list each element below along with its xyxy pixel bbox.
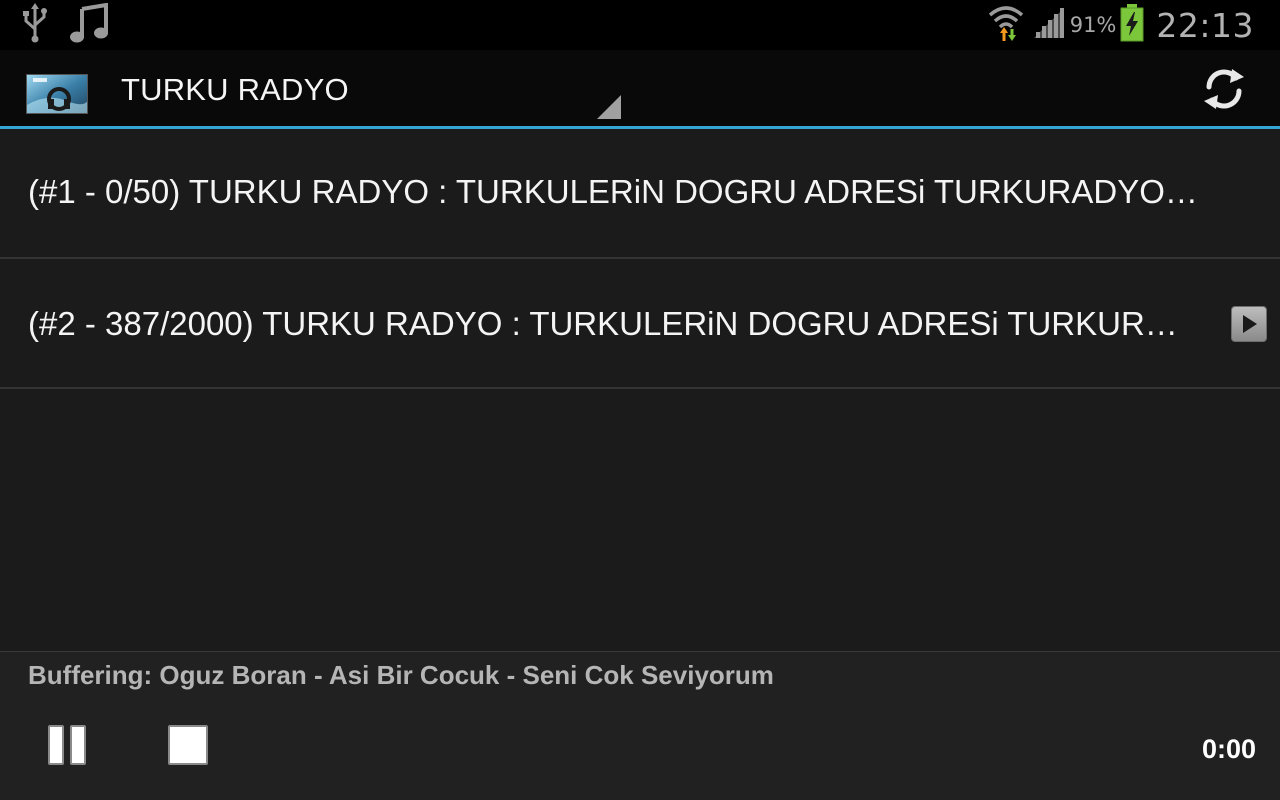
play-button[interactable] <box>1231 306 1267 342</box>
pause-icon-bar-left <box>48 725 64 765</box>
stop-button[interactable] <box>168 725 208 765</box>
station-list: (#1 - 0/50) TURKU RADYO : TURKULERiN DOG… <box>0 129 1280 389</box>
clock: 22:13 <box>1156 5 1254 45</box>
app-title[interactable]: TURKU RADYO <box>121 72 349 108</box>
signal-icon <box>1032 6 1066 45</box>
battery-percent: 91% <box>1069 13 1117 37</box>
refresh-icon <box>1200 65 1248 118</box>
station-label: (#2 - 387/2000) TURKU RADYO : TURKULERiN… <box>28 305 1178 342</box>
station-label: (#1 - 0/50) TURKU RADYO : TURKULERiN DOG… <box>28 173 1198 210</box>
player-panel: Buffering: Oguz Boran - Asi Bir Cocuk - … <box>0 651 1280 800</box>
station-list-item[interactable]: (#2 - 387/2000) TURKU RADYO : TURKULERiN… <box>0 259 1280 389</box>
music-note-icon <box>70 2 110 48</box>
action-bar: TURKU RADYO <box>0 50 1280 127</box>
pause-icon-bar-right <box>70 725 86 765</box>
elapsed-time: 0:00 <box>1201 734 1256 764</box>
battery-charging-icon <box>1120 3 1144 47</box>
pause-button[interactable] <box>48 725 88 765</box>
wifi-icon <box>988 3 1024 48</box>
status-bar-system: 91% 22:13 <box>988 0 1254 50</box>
status-bar-notifications <box>22 2 110 48</box>
dropdown-indicator-icon[interactable] <box>597 95 621 119</box>
app-logo[interactable] <box>26 74 88 114</box>
refresh-button[interactable] <box>1198 65 1250 117</box>
status-bar: 91% 22:13 <box>0 0 1280 50</box>
now-playing-status: Buffering: Oguz Boran - Asi Bir Cocuk - … <box>28 660 774 690</box>
station-list-item[interactable]: (#1 - 0/50) TURKU RADYO : TURKULERiN DOG… <box>0 129 1280 259</box>
play-icon <box>1243 315 1257 333</box>
usb-icon <box>22 2 48 48</box>
